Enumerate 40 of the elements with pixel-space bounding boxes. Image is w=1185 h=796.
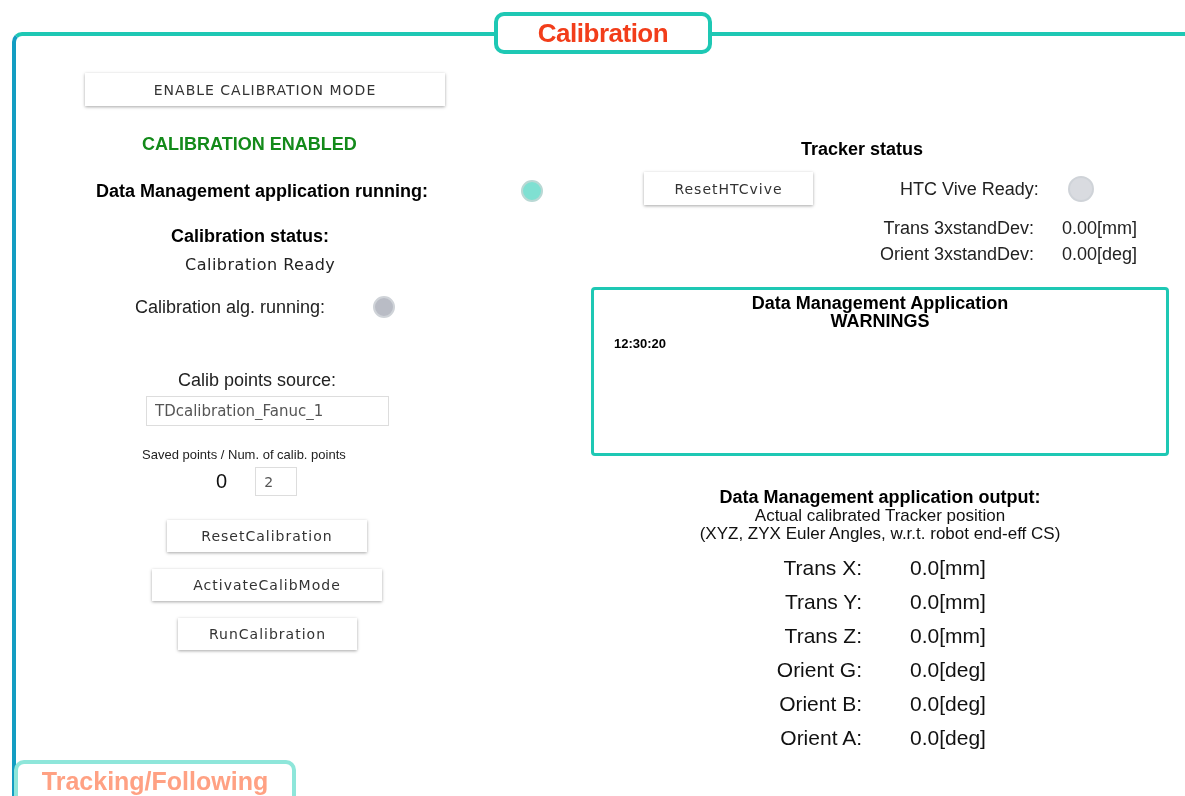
stat-label: Orient 3xstandDev: xyxy=(878,244,1034,264)
field-label: Saved points / Num. of calib. points xyxy=(142,447,346,462)
value-reading: 0.0[mm] xyxy=(910,589,986,614)
value-reading: 0.0[deg] xyxy=(910,657,986,682)
box-title: WARNINGS xyxy=(830,312,930,330)
status-value: Calibration Ready xyxy=(185,255,336,275)
status-label: HTC Vive Ready: xyxy=(900,178,1039,199)
status-label: Calibration status: xyxy=(171,226,330,246)
saved-points-count: 0 xyxy=(216,470,228,493)
num-points-field[interactable]: 2 xyxy=(255,467,298,496)
mode-status: CALIBRATION ENABLED xyxy=(142,134,357,154)
value-reading: 0.0[mm] xyxy=(910,555,986,580)
value-reading: 0.0[mm] xyxy=(910,623,986,648)
value-label: Orient B: xyxy=(778,691,862,716)
action-button[interactable]: RunCalibration xyxy=(178,618,357,650)
value-reading: 0.0[deg] xyxy=(910,691,986,716)
stat-value: 0.00[deg] xyxy=(1062,244,1138,264)
action-button[interactable]: ResetCalibration xyxy=(167,520,367,552)
status-label: Data Management application running: xyxy=(96,181,429,201)
value-reading: 0.0[deg] xyxy=(910,725,986,750)
enable-mode-button[interactable]: ENABLE CALIBRATION MODE xyxy=(85,73,445,106)
value-label: Trans Y: xyxy=(783,589,862,614)
warning-time: 12:30:20 xyxy=(614,336,667,351)
value-label: Trans Z: xyxy=(783,623,862,648)
source-field[interactable]: TDcalibration_Fanuc_1 xyxy=(146,396,389,426)
action-button[interactable]: ActivateCalibMode xyxy=(152,569,382,601)
description-line: (XYZ, ZYX Euler Angles, w.r.t. robot end-eff CS) xyxy=(699,525,1061,543)
section-heading: Data Management application output: xyxy=(719,487,1041,507)
value-label: Orient G: xyxy=(775,657,862,682)
value-label: Orient A: xyxy=(779,725,862,750)
stat-label: Trans 3xstandDev: xyxy=(882,218,1034,238)
field-label: Calib points source: xyxy=(178,370,337,390)
box-title: Data Management Application xyxy=(750,294,1010,312)
reset-tracker-button[interactable]: ResetHTCvive xyxy=(644,172,813,205)
stat-value: 0.00[mm] xyxy=(1062,218,1138,238)
section-tab[interactable]: Calibration xyxy=(494,12,712,54)
description-line: Actual calibrated Tracker position xyxy=(754,507,1006,525)
section-heading: Tracker status xyxy=(801,139,924,159)
status-label: Calibration alg. running: xyxy=(135,297,326,317)
value-label: Trans X: xyxy=(782,555,862,580)
